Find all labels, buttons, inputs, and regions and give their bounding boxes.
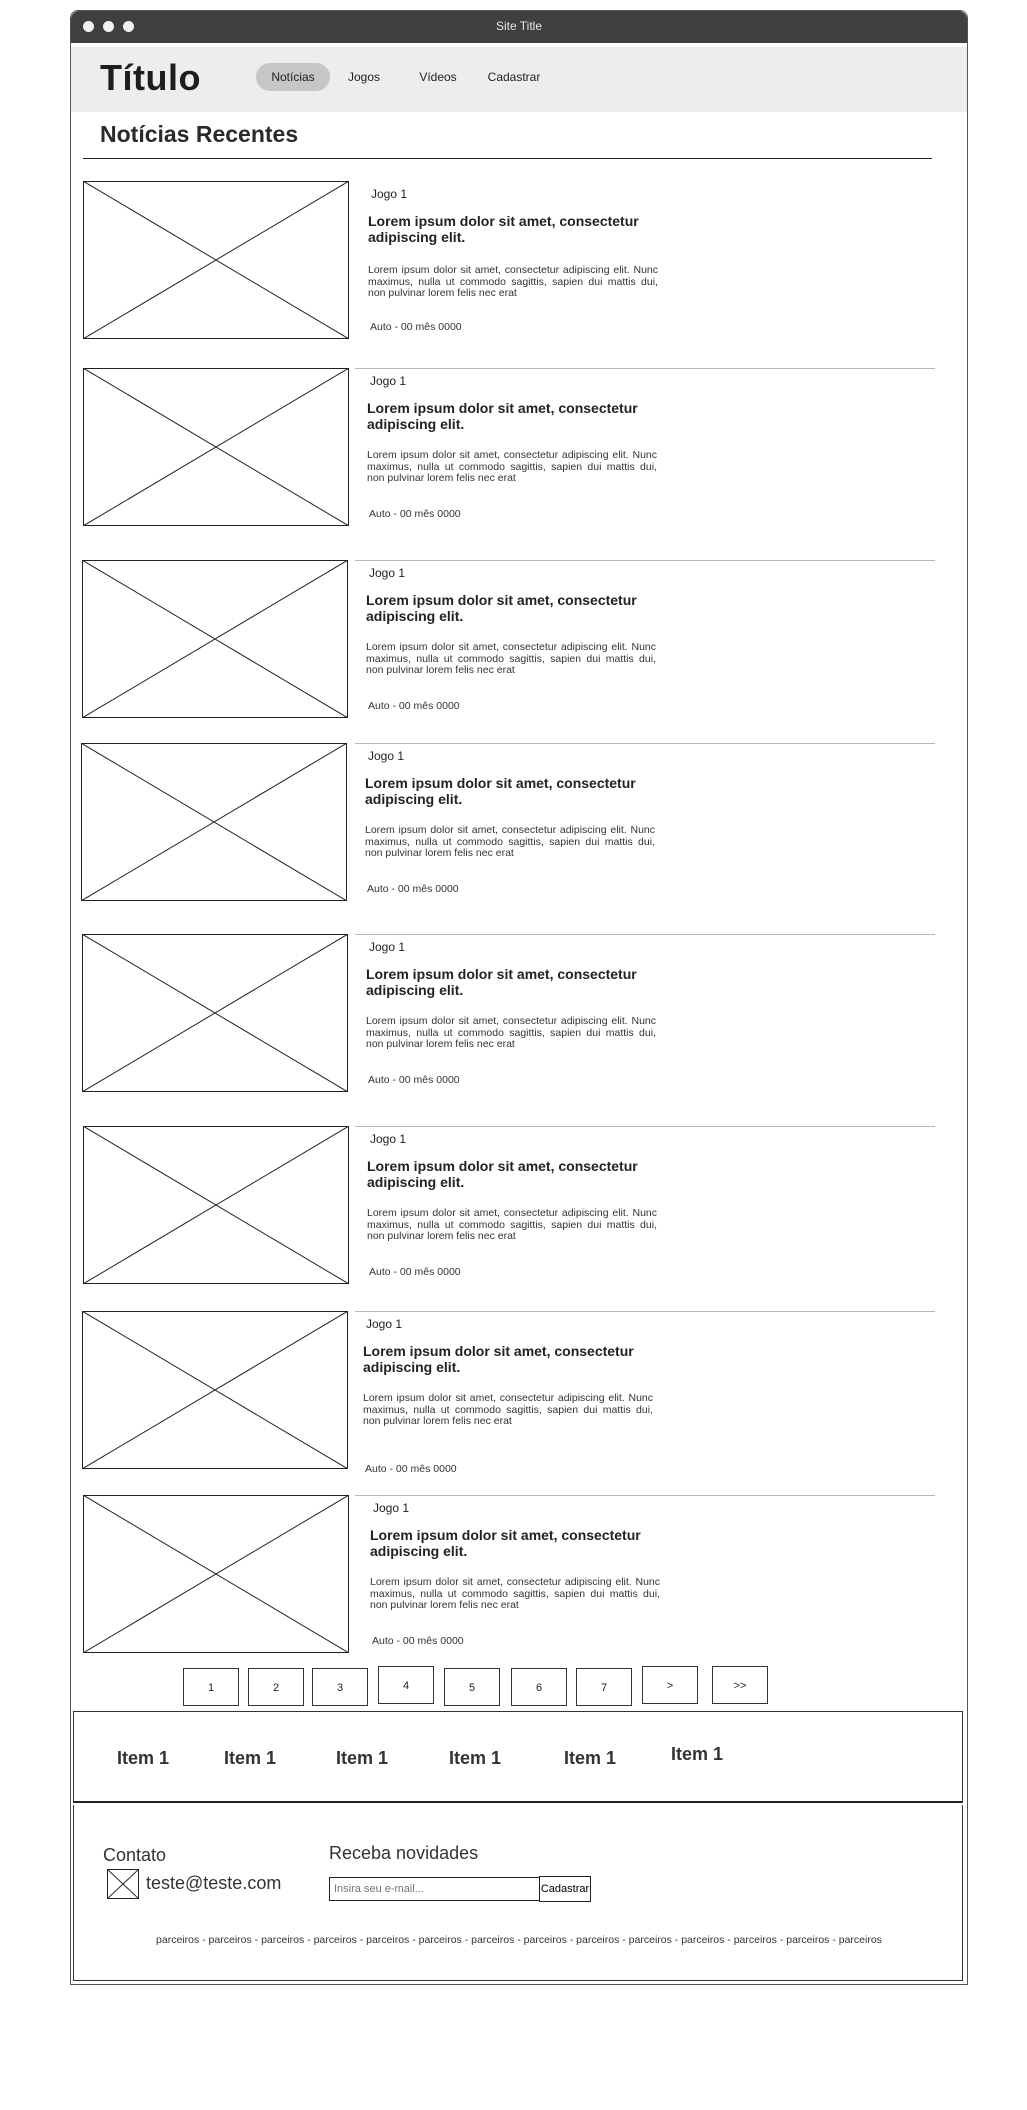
article-excerpt: Lorem ipsum dolor sit amet, consectetur … <box>368 264 658 299</box>
category-item[interactable]: Item 1 <box>336 1748 388 1769</box>
category-bar <box>73 1711 963 1803</box>
article-headline[interactable]: Lorem ipsum dolor sit amet, consectetur … <box>368 213 668 245</box>
pagination-button-5[interactable]: 5 <box>444 1668 500 1706</box>
article-headline[interactable]: Lorem ipsum dolor sit amet, consectetur … <box>363 1343 663 1375</box>
category-item[interactable]: Item 1 <box>224 1748 276 1769</box>
article-meta: Auto - 00 mês 0000 <box>370 321 462 333</box>
article-excerpt: Lorem ipsum dolor sit amet, consectetur … <box>363 1392 653 1427</box>
site-header: Título Notícias Jogos Vídeos Cadastrar <box>71 47 967 112</box>
pagination-button-6[interactable]: 6 <box>511 1668 567 1706</box>
article-headline[interactable]: Lorem ipsum dolor sit amet, consectetur … <box>366 966 666 998</box>
article-meta: Auto - 00 mês 0000 <box>368 700 460 712</box>
site-brand[interactable]: Título <box>100 57 201 99</box>
category-item[interactable]: Item 1 <box>449 1748 501 1769</box>
article-headline[interactable]: Lorem ipsum dolor sit amet, consectetur … <box>370 1527 670 1559</box>
pagination-button-3[interactable]: 3 <box>312 1668 368 1706</box>
pagination-button-4[interactable]: 4 <box>378 1666 434 1704</box>
article-excerpt: Lorem ipsum dolor sit amet, consectetur … <box>367 1207 657 1242</box>
nav-noticias[interactable]: Notícias <box>256 63 330 91</box>
article-separator <box>355 743 935 744</box>
article-tag[interactable]: Jogo 1 <box>370 1132 406 1146</box>
contact-label: Contato <box>103 1845 167 1865</box>
article-tag[interactable]: Jogo 1 <box>369 566 405 580</box>
article-tag[interactable]: Jogo 1 <box>370 374 406 388</box>
article-separator <box>355 1311 935 1312</box>
pagination-button-7[interactable]: 7 <box>576 1668 632 1706</box>
article-separator <box>355 934 935 935</box>
article-excerpt: Lorem ipsum dolor sit amet, consectetur … <box>367 449 657 484</box>
article-headline[interactable]: Lorem ipsum dolor sit amet, consectetur … <box>367 400 667 432</box>
article-excerpt: Lorem ipsum dolor sit amet, consectetur … <box>366 1015 656 1050</box>
nav-videos[interactable]: Vídeos <box>413 63 463 91</box>
pagination-button-2[interactable]: 2 <box>248 1668 304 1706</box>
article-headline[interactable]: Lorem ipsum dolor sit amet, consectetur … <box>367 1158 667 1190</box>
nav-jogos[interactable]: Jogos <box>339 63 389 91</box>
article-separator <box>355 1126 935 1127</box>
article-headline[interactable]: Lorem ipsum dolor sit amet, consectetur … <box>365 775 665 807</box>
browser-window: Site Title Título Notícias Jogos Vídeos … <box>70 10 968 1985</box>
article-excerpt: Lorem ipsum dolor sit amet, consectetur … <box>370 1576 660 1611</box>
article-meta: Auto - 00 mês 0000 <box>369 1266 461 1278</box>
nav-cadastrar[interactable]: Cadastrar <box>479 63 549 91</box>
newsletter-submit-button[interactable]: Cadastrar <box>539 1876 591 1902</box>
article-meta: Auto - 00 mês 0000 <box>368 1074 460 1086</box>
section-divider <box>83 158 932 159</box>
article-image-placeholder-icon[interactable] <box>83 368 349 526</box>
article-image-placeholder-icon[interactable] <box>83 1126 349 1284</box>
section-title: Notícias Recentes <box>100 121 299 147</box>
article-tag[interactable]: Jogo 1 <box>371 187 407 201</box>
article-tag[interactable]: Jogo 1 <box>368 749 404 763</box>
article-image-placeholder-icon[interactable] <box>82 934 348 1092</box>
mail-icon <box>107 1869 139 1899</box>
article-tag[interactable]: Jogo 1 <box>369 940 405 954</box>
category-item[interactable]: Item 1 <box>117 1748 169 1769</box>
article-image-placeholder-icon[interactable] <box>82 560 348 718</box>
category-item[interactable]: Item 1 <box>671 1744 723 1765</box>
newsletter-email-input[interactable] <box>329 1877 563 1901</box>
article-tag[interactable]: Jogo 1 <box>373 1501 409 1515</box>
article-separator <box>355 1495 935 1496</box>
window-title: Site Title <box>495 19 543 33</box>
article-excerpt: Lorem ipsum dolor sit amet, consectetur … <box>366 641 656 676</box>
article-separator <box>355 560 935 561</box>
article-meta: Auto - 00 mês 0000 <box>365 1463 457 1475</box>
pagination-button-1[interactable]: 1 <box>183 1668 239 1706</box>
article-image-placeholder-icon[interactable] <box>83 1495 349 1653</box>
article-meta: Auto - 00 mês 0000 <box>372 1635 464 1647</box>
window-titlebar: Site Title <box>71 11 967 43</box>
pagination-button-9[interactable]: >> <box>712 1666 768 1704</box>
article-meta: Auto - 00 mês 0000 <box>367 883 459 895</box>
partners-line: parceiros - parceiros - parceiros - parc… <box>156 1934 882 1946</box>
article-meta: Auto - 00 mês 0000 <box>369 508 461 520</box>
contact-email[interactable]: teste@teste.com <box>146 1873 281 1894</box>
article-headline[interactable]: Lorem ipsum dolor sit amet, consectetur … <box>366 592 666 624</box>
article-excerpt: Lorem ipsum dolor sit amet, consectetur … <box>365 824 655 859</box>
article-tag[interactable]: Jogo 1 <box>366 1317 402 1331</box>
newsletter-label: Receba novidades <box>329 1843 479 1863</box>
pagination-button-8[interactable]: > <box>642 1666 698 1704</box>
article-image-placeholder-icon[interactable] <box>83 181 349 339</box>
article-image-placeholder-icon[interactable] <box>82 1311 348 1469</box>
article-separator <box>355 368 935 369</box>
category-item[interactable]: Item 1 <box>564 1748 616 1769</box>
article-image-placeholder-icon[interactable] <box>81 743 347 901</box>
